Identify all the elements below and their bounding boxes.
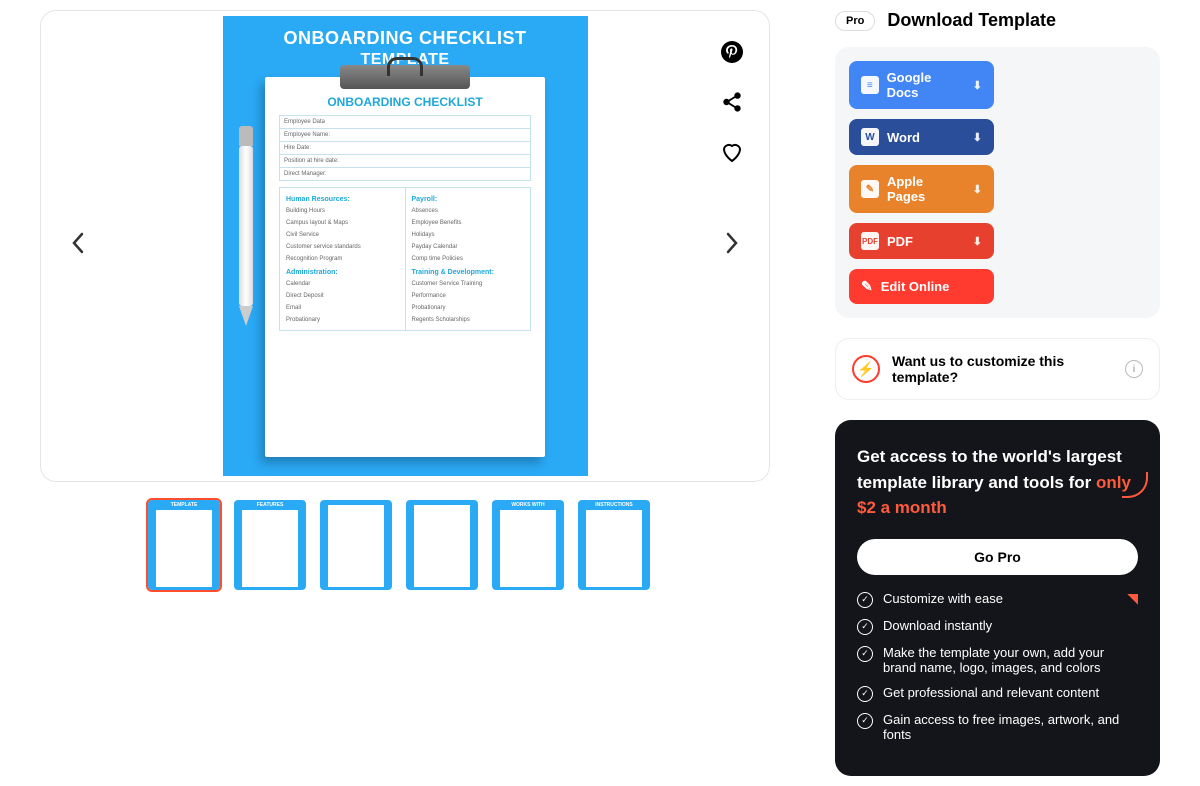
customize-text: Want us to customize this template? (892, 353, 1113, 385)
template-preview-card: ONBOARDING CHECKLIST TEMPLATE ONBOARDING… (40, 10, 770, 482)
apple-pages-button[interactable]: ✎ Apple Pages ⬇ (849, 165, 994, 213)
download-icon: ⬇ (973, 131, 982, 144)
bolt-icon: ⚡ (852, 355, 880, 383)
checklist-item: Civil Service (286, 229, 399, 241)
section-header: Administration: (286, 269, 399, 276)
google-docs-button[interactable]: ≡ Google Docs ⬇ (849, 61, 994, 109)
download-icon: ⬇ (973, 183, 982, 196)
check-icon: ✓ (857, 619, 873, 635)
check-icon: ✓ (857, 592, 873, 608)
employee-field: Employee Data (280, 116, 530, 129)
pro-heading: Get access to the world's largest templa… (857, 444, 1138, 521)
checklist-item: Regents Scholarships (412, 314, 525, 326)
checklist-item: Email (286, 302, 399, 314)
customize-prompt[interactable]: ⚡ Want us to customize this template? i (835, 338, 1160, 400)
checklist-item: Holidays (412, 229, 525, 241)
pro-feature: ✓ Download instantly (857, 618, 1138, 635)
pro-feature-text: Customize with ease (883, 591, 1003, 606)
section-header: Human Resources: (286, 196, 399, 203)
checklist-item: Payday Calendar (412, 241, 525, 253)
checklist-item: Recognition Program (286, 253, 399, 265)
checklist-item: Campus layout & Maps (286, 217, 399, 229)
check-icon: ✓ (857, 646, 873, 662)
thumbnail-strip: TEMPLATE FEATURES WORKS WITH INSTRUCTIONS (40, 500, 775, 590)
google-docs-icon: ≡ (861, 76, 879, 94)
download-icon: ⬇ (973, 79, 982, 92)
thumbnail-6[interactable]: INSTRUCTIONS (578, 500, 650, 590)
share-icon[interactable] (719, 89, 745, 115)
checklist-item: Employee Benefits (412, 217, 525, 229)
download-icon: ⬇ (973, 235, 982, 248)
pro-feature-text: Gain access to free images, artwork, and… (883, 712, 1138, 742)
word-button[interactable]: W Word ⬇ (849, 119, 994, 155)
pdf-button[interactable]: PDF PDF ⬇ (849, 223, 994, 259)
pro-upsell-card: Get access to the world's largest templa… (835, 420, 1160, 776)
thumbnail-label: INSTRUCTIONS (595, 503, 633, 508)
pencil-icon: ✎ (861, 278, 873, 295)
checklist-item: Customer Service Training (412, 278, 525, 290)
section-header: Training & Development: (412, 269, 525, 276)
pro-feature: ✓ Gain access to free images, artwork, an… (857, 712, 1138, 742)
apple-pages-label: Apple Pages (887, 174, 965, 204)
pdf-icon: PDF (861, 232, 879, 250)
info-icon[interactable]: i (1125, 360, 1143, 378)
edit-online-label: Edit Online (881, 279, 950, 294)
thumbnail-preview (328, 505, 384, 587)
page-title: Download Template (887, 10, 1056, 31)
thumbnail-preview (156, 510, 212, 587)
apple-pages-icon: ✎ (861, 180, 879, 198)
preview-title-line1: ONBOARDING CHECKLIST (284, 16, 527, 51)
thumbnail-preview (414, 505, 470, 587)
go-pro-button[interactable]: Go Pro (857, 539, 1138, 575)
checklist-item: Direct Deposit (286, 290, 399, 302)
word-label: Word (887, 130, 920, 145)
checklist-item: Customer service standards (286, 241, 399, 253)
thumbnail-label: TEMPLATE (171, 503, 198, 508)
thumbnail-1[interactable]: TEMPLATE (148, 500, 220, 590)
thumbnail-5[interactable]: WORKS WITH (492, 500, 564, 590)
employee-field: Employee Name: (280, 129, 530, 142)
pro-feature-text: Make the template your own, add your bra… (883, 645, 1138, 675)
employee-field: Direct Manager: (280, 168, 530, 180)
thumbnail-3[interactable] (320, 500, 392, 590)
thumbnail-4[interactable] (406, 500, 478, 590)
next-button[interactable] (715, 222, 749, 270)
checklist-item: Probationary (412, 302, 525, 314)
thumbnail-label: FEATURES (257, 503, 284, 508)
check-icon: ✓ (857, 713, 873, 729)
pro-feature-text: Download instantly (883, 618, 992, 633)
thumbnail-preview (586, 510, 642, 587)
pinterest-icon[interactable] (719, 39, 745, 65)
thumbnail-preview (500, 510, 556, 587)
google-docs-label: Google Docs (887, 70, 965, 100)
download-buttons-card: ≡ Google Docs ⬇ W Word ⬇ ✎ Apple Pages ⬇… (835, 47, 1160, 318)
pdf-label: PDF (887, 234, 913, 249)
word-icon: W (861, 128, 879, 146)
check-icon: ✓ (857, 686, 873, 702)
employee-field: Position at hire date: (280, 155, 530, 168)
edit-online-button[interactable]: ✎ Edit Online (849, 269, 994, 304)
checklist-item: Absences (412, 205, 525, 217)
pro-feature-text: Get professional and relevant content (883, 685, 1099, 700)
pro-feature: ✓ Make the template your own, add your br… (857, 645, 1138, 675)
checklist-item: Probationary (286, 314, 399, 326)
arrow-decoration (1122, 472, 1148, 498)
checklist-item: Building Hours (286, 205, 399, 217)
template-preview-image: ONBOARDING CHECKLIST TEMPLATE ONBOARDING… (223, 16, 588, 476)
employee-field: Hire Date: (280, 142, 530, 155)
thumbnail-preview (242, 510, 298, 587)
checklist-item: Comp time Policies (412, 253, 525, 265)
heart-icon[interactable] (719, 139, 745, 165)
checklist-item: Calendar (286, 278, 399, 290)
pen-graphic (235, 126, 257, 326)
checklist-item: Performance (412, 290, 525, 302)
section-header: Payroll: (412, 196, 525, 203)
thumbnail-2[interactable]: FEATURES (234, 500, 306, 590)
thumbnail-label: WORKS WITH (511, 503, 544, 508)
pro-feature: ✓ Get professional and relevant content (857, 685, 1138, 702)
pro-badge: Pro (835, 11, 875, 31)
prev-button[interactable] (61, 222, 95, 270)
cursor-icon: ◥ (1127, 590, 1138, 607)
